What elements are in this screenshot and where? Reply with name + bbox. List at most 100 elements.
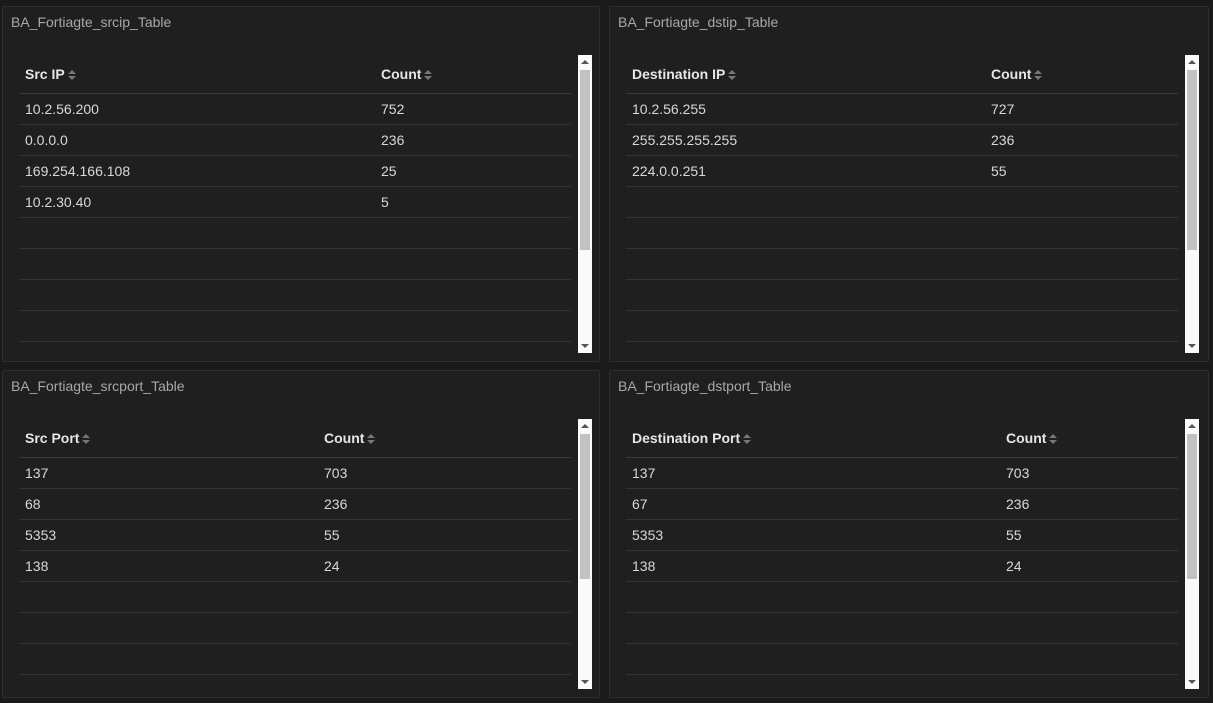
scrollbar-thumb[interactable] <box>580 70 590 250</box>
table-row-empty <box>19 612 571 644</box>
scrollbar-thumb[interactable] <box>580 434 590 579</box>
table-row-empty <box>19 310 571 342</box>
column-header-destination-ip[interactable]: Destination IP <box>626 55 985 94</box>
column-header-destination-port[interactable]: Destination Port <box>626 419 1000 458</box>
sort-icon[interactable] <box>367 434 376 445</box>
cell-count: 752 <box>375 93 571 125</box>
table-row-empty <box>626 248 1178 280</box>
table-row-empty <box>19 643 571 675</box>
sort-icon[interactable] <box>728 70 737 81</box>
chevron-up-icon[interactable] <box>581 424 589 428</box>
cell-count <box>1000 581 1178 613</box>
cell-count <box>985 248 1178 280</box>
cell-destination-port <box>626 612 1000 644</box>
vertical-scrollbar[interactable] <box>1185 55 1199 353</box>
cell-src-port: 138 <box>19 550 318 582</box>
cell-destination-port: 137 <box>626 457 1000 489</box>
cell-src-ip <box>19 279 375 311</box>
cell-count <box>1000 674 1178 689</box>
cell-src-ip <box>19 217 375 249</box>
cell-count <box>1000 643 1178 675</box>
table-row: 67 236 <box>626 488 1178 520</box>
cell-count: 55 <box>1000 519 1178 551</box>
table-row: 5353 55 <box>626 519 1178 551</box>
cell-count: 55 <box>318 519 571 551</box>
sort-icon[interactable] <box>743 434 752 445</box>
table-row-empty <box>19 581 571 613</box>
table-header-row: Destination Port Count <box>626 419 1178 458</box>
column-header-count[interactable]: Count <box>318 419 571 458</box>
cell-count: 236 <box>375 124 571 156</box>
table-row: 5353 55 <box>19 519 571 551</box>
cell-destination-port: 138 <box>626 550 1000 582</box>
sort-icon[interactable] <box>424 70 433 81</box>
chevron-down-icon[interactable] <box>581 344 589 348</box>
chevron-down-icon[interactable] <box>1188 680 1196 684</box>
cell-count <box>318 674 571 689</box>
sort-icon[interactable] <box>67 70 76 81</box>
sort-icon[interactable] <box>1034 70 1043 81</box>
data-table: Destination Port Count 137 703 67 236 5353… <box>626 419 1178 689</box>
cell-count: 236 <box>318 488 571 520</box>
table-row: 224.0.0.251 55 <box>626 155 1178 187</box>
table-row: 137 703 <box>19 457 571 489</box>
table-header-row: Destination IP Count <box>626 55 1178 94</box>
chevron-down-icon[interactable] <box>581 680 589 684</box>
column-header-count[interactable]: Count <box>985 55 1178 94</box>
cell-count <box>318 612 571 644</box>
panel-title: BA_Fortiagte_srcport_Table <box>11 378 185 394</box>
chevron-up-icon[interactable] <box>1188 424 1196 428</box>
cell-count <box>985 279 1178 311</box>
panel-srcip: BA_Fortiagte_srcip_Table Src IP Count 10… <box>2 6 600 362</box>
cell-count <box>985 217 1178 249</box>
cell-count <box>985 186 1178 218</box>
sort-icon[interactable] <box>82 434 91 445</box>
column-header-src-ip[interactable]: Src IP <box>19 55 375 94</box>
data-table: Src Port Count 137 703 68 236 5353 55 138 24 <box>19 419 571 689</box>
panel-title: BA_Fortiagte_srcip_Table <box>11 14 172 30</box>
vertical-scrollbar[interactable] <box>1185 419 1199 689</box>
table-row: 10.2.56.255 727 <box>626 93 1178 125</box>
scrollbar-thumb[interactable] <box>1187 70 1197 250</box>
cell-count: 24 <box>318 550 571 582</box>
table-header-row: Src Port Count <box>19 419 571 458</box>
cell-src-port <box>19 643 318 675</box>
table-row: 10.2.56.200 752 <box>19 93 571 125</box>
cell-src-ip: 0.0.0.0 <box>19 124 375 156</box>
table-row-empty <box>626 310 1178 342</box>
table-row-empty <box>626 217 1178 249</box>
cell-count: 55 <box>985 155 1178 187</box>
cell-destination-port <box>626 674 1000 689</box>
cell-src-ip: 169.254.166.108 <box>19 155 375 187</box>
chevron-up-icon[interactable] <box>581 60 589 64</box>
cell-src-port <box>19 581 318 613</box>
cell-count <box>375 279 571 311</box>
cell-src-ip: 10.2.56.200 <box>19 93 375 125</box>
vertical-scrollbar[interactable] <box>578 55 592 353</box>
table-row: 68 236 <box>19 488 571 520</box>
table-row-empty <box>19 674 571 689</box>
scrollbar-thumb[interactable] <box>1187 434 1197 579</box>
chevron-down-icon[interactable] <box>1188 344 1196 348</box>
table-row-empty <box>19 217 571 249</box>
cell-count <box>985 310 1178 342</box>
data-table: Src IP Count 10.2.56.200 752 0.0.0.0 236 1… <box>19 55 571 349</box>
cell-destination-ip <box>626 248 985 280</box>
cell-destination-ip <box>626 279 985 311</box>
vertical-scrollbar[interactable] <box>578 419 592 689</box>
column-header-count[interactable]: Count <box>375 55 571 94</box>
panel-dstip: BA_Fortiagte_dstip_Table Destination IP … <box>609 6 1209 362</box>
cell-count <box>318 581 571 613</box>
cell-count: 24 <box>1000 550 1178 582</box>
column-header-count[interactable]: Count <box>1000 419 1178 458</box>
table-row: 138 24 <box>626 550 1178 582</box>
sort-icon[interactable] <box>1049 434 1058 445</box>
data-table: Destination IP Count 10.2.56.255 727 255.… <box>626 55 1178 349</box>
table-row: 169.254.166.108 25 <box>19 155 571 187</box>
cell-destination-port: 67 <box>626 488 1000 520</box>
cell-src-ip <box>19 248 375 280</box>
table-row-empty <box>19 279 571 311</box>
chevron-up-icon[interactable] <box>1188 60 1196 64</box>
column-header-src-port[interactable]: Src Port <box>19 419 318 458</box>
cell-destination-ip: 10.2.56.255 <box>626 93 985 125</box>
